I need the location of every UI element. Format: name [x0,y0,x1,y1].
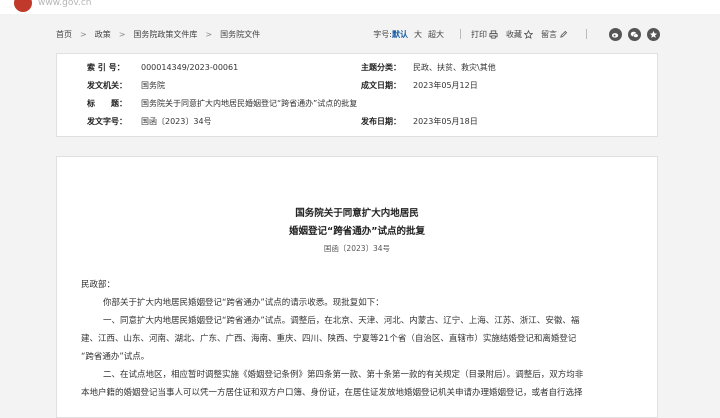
topic-label: 主题分类： [361,63,401,72]
title-value: 国务院关于同意扩大内地居民婚姻登记“跨省通办”试点的批复 [141,99,358,108]
site-logo[interactable] [14,0,32,12]
print-label: 打印 [471,29,487,39]
breadcrumb-home[interactable]: 首页 [56,29,72,40]
published-date-label: 发布日期： [361,117,401,126]
created-date-value: 2023年05月12日 [413,81,478,90]
issuer-label: 发文机关： [87,81,127,90]
article-doc-number: 国函〔2023〕34号 [323,244,391,253]
font-size-default[interactable]: 默认 [392,29,408,40]
comment-button[interactable]: 留言 [541,29,568,40]
breadcrumb-policy[interactable]: 政策 [95,29,111,40]
article-paragraph: 二、在试点地区，相应暂时调整实施《婚姻登记条例》第四条第一款、第十条第一款的有关… [103,370,584,380]
title-label: 标 题： [87,99,127,108]
metadata-row: 发文机关： 国务院 成文日期： 2023年05月12日 [57,78,657,94]
weibo-share-icon[interactable] [609,27,622,41]
breadcrumb-separator: > [80,29,87,39]
qzone-share-icon[interactable] [647,27,660,41]
comment-label: 留言 [541,29,557,39]
site-header: www.gov.cn [0,0,720,14]
breadcrumb-separator: > [118,29,126,39]
article-salutation: 民政部： [81,280,116,290]
metadata-row: 标 题： 国务院关于同意扩大内地居民婚姻登记“跨省通办”试点的批复 [57,96,657,112]
topic-value: 民政、扶贫、救灾\其他 [413,63,496,72]
font-size-large[interactable]: 大 [414,29,422,40]
docno-value: 国函〔2023〕34号 [141,117,212,126]
breadcrumb-separator: > [205,29,213,39]
bookmark-label: 收藏 [506,29,522,39]
breadcrumb-toolbar: 首页 > 政策 > 国务院政策文件库 > 国务院文件 字号: 默认 大 超大 打… [56,26,660,42]
article-paragraph: 本地户籍的婚姻登记当事人可以凭一方居住证和双方户口簿、身份证，在居住证发放地婚姻… [81,388,583,398]
print-icon [489,29,498,39]
docno-label: 发文字号： [87,117,127,126]
metadata-row: 发文字号： 国函〔2023〕34号 发布日期： 2023年05月18日 [57,114,657,130]
issuer-value: 国务院 [141,81,165,90]
published-date-value: 2023年05月18日 [413,117,478,126]
divider [586,29,587,39]
star-icon [524,29,533,39]
document-metadata-panel: 索 引 号： 000014349/2023-00061 主题分类： 民政、扶贫、… [56,53,658,137]
site-logo-text: www.gov.cn [38,0,92,8]
article-title-line-1: 国务院关于同意扩大内地居民 [295,208,419,219]
bookmark-button[interactable]: 收藏 [506,29,533,40]
article-paragraph: “跨省通办”试点。 [81,352,150,362]
breadcrumb: 首页 > 政策 > 国务院政策文件库 > 国务院文件 [56,29,260,40]
pencil-icon [560,30,568,38]
print-button[interactable]: 打印 [471,29,498,40]
article-paragraph: 建、江西、山东、河南、湖北、广东、广西、海南、重庆、四川、陕西、宁夏等21个省（… [81,334,577,344]
font-size-xlarge[interactable]: 超大 [428,29,444,40]
page-tools: 字号: 默认 大 超大 打印 收藏 留言 [373,27,660,41]
breadcrumb-state-council-docs[interactable]: 国务院文件 [220,29,260,40]
divider [460,29,461,39]
article-title-line-2: 婚姻登记“跨省通办”试点的批复 [289,226,425,237]
created-date-label: 成文日期： [361,81,401,90]
metadata-row: 索 引 号： 000014349/2023-00061 主题分类： 民政、扶贫、… [57,60,657,76]
breadcrumb-policy-library[interactable]: 国务院政策文件库 [133,29,197,40]
wechat-share-icon[interactable] [628,27,641,41]
article-body: 国务院关于同意扩大内地居民 婚姻登记“跨省通办”试点的批复 国函〔2023〕34… [56,156,658,418]
index-value: 000014349/2023-00061 [141,63,239,72]
article-paragraph: 你部关于扩大内地居民婚姻登记“跨省通办”试点的请示收悉。现批复如下： [103,298,384,308]
share-group [603,27,660,41]
font-size-label: 字号: [373,29,392,39]
article-paragraph: 一、同意扩大内地居民婚姻登记“跨省通办”试点。调整后，在北京、天津、河北、内蒙古… [103,316,580,326]
index-label: 索 引 号： [87,63,125,72]
